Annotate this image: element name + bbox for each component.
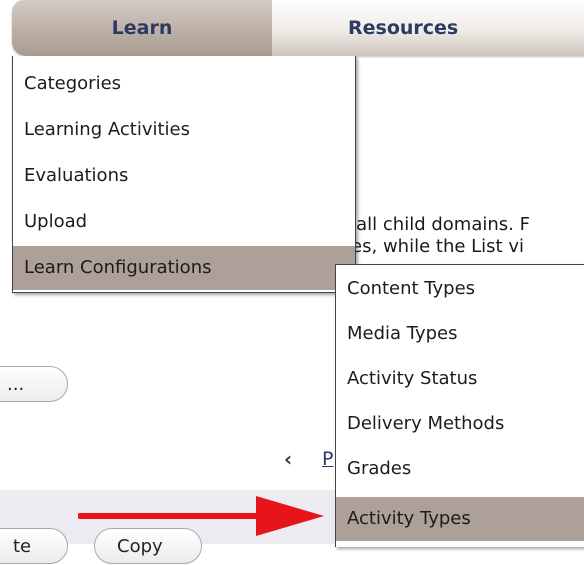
previous-page-icon[interactable]: ‹ [284,447,292,471]
menu-item-learning-activities[interactable]: Learning Activities [13,108,355,152]
red-arrow-icon [78,496,324,536]
tab-resources-label: Resources [348,17,459,39]
tab-learn[interactable]: Learn [12,0,272,56]
submenu-item-activity-types[interactable]: Activity Types [336,497,584,541]
menu-item-learn-configurations[interactable]: Learn Configurations [13,246,355,290]
submenu-item-content-types[interactable]: Content Types [336,267,584,311]
browse-button[interactable]: ... [0,366,68,402]
description-line-2: ties, while the List vi [339,236,524,257]
bottom-button[interactable]: te [0,528,68,564]
submenu-item-grades[interactable]: Grades [336,447,584,491]
learn-dropdown-menu: Categories Learning Activities Evaluatio… [12,56,356,293]
menu-item-upload[interactable]: Upload [13,200,355,244]
submenu-item-media-types[interactable]: Media Types [336,312,584,356]
bottom-button-label: te [13,536,32,557]
page-link[interactable]: P [322,448,333,470]
browse-button-label: ... [7,374,25,395]
submenu-item-delivery-methods[interactable]: Delivery Methods [336,402,584,446]
main-nav: Learn Resources [12,0,584,56]
submenu-item-activity-status[interactable]: Activity Status [336,357,584,401]
menu-item-evaluations[interactable]: Evaluations [13,154,355,198]
learn-configurations-submenu: Content Types Media Types Activity Statu… [335,264,584,547]
tab-learn-label: Learn [111,17,173,39]
description-line-1: d all child domains. F [339,214,530,235]
tab-resources[interactable]: Resources [272,0,584,56]
menu-item-categories[interactable]: Categories [13,62,355,106]
